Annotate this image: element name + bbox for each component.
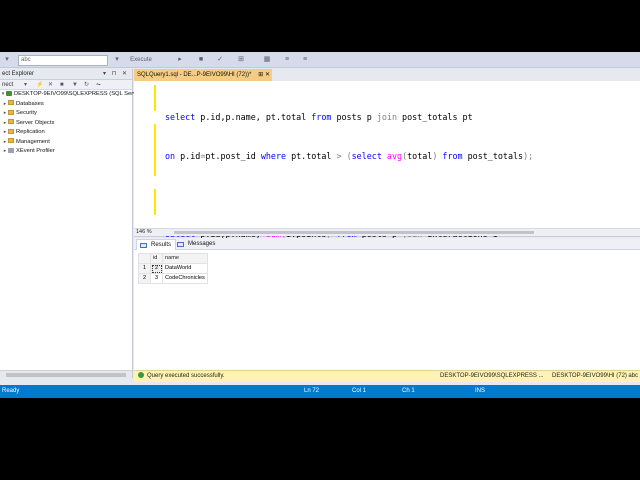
object-explorer: ect Explorer ▾ ⊓ ✕ nect ▾ ⚡ ✕ ■ ▼ ↻ ⏦ ▾ D…	[0, 69, 139, 378]
code-line: on p.id=pt.post_id where pt.total > (sel…	[165, 151, 534, 161]
editor-horizontal-scrollbar[interactable]	[174, 231, 534, 234]
connection-name: DESKTOP-9EIVO99\HI (72)	[552, 373, 627, 379]
results-pane: Results Messages id name 1 2 DataWorld 2…	[134, 238, 640, 370]
editor-gutter	[134, 81, 156, 229]
folder-icon	[8, 128, 14, 134]
tab-results[interactable]: Results	[136, 239, 177, 250]
query-status-bar: Query executed successfully. DESKTOP-9EI…	[134, 370, 640, 382]
ssms-window: ▾ abc ▾ Execute ▸ ■ ✓ ⊞ ▦ ≡ ≡ ect Explor…	[0, 52, 640, 398]
toolbar: ▾ abc ▾ Execute ▸ ■ ✓ ⊞ ▦ ≡ ≡	[0, 52, 640, 68]
tab-messages[interactable]: Messages	[174, 239, 219, 250]
column-header-id[interactable]: id	[150, 253, 163, 264]
change-bar	[154, 124, 156, 176]
folder-icon	[8, 100, 14, 106]
refresh-icon[interactable]: ↻	[84, 80, 89, 90]
row-number[interactable]: 2	[138, 273, 151, 284]
object-explorer-title: ect Explorer ▾ ⊓ ✕	[0, 69, 132, 80]
editor-status-strip: 146 %	[134, 228, 640, 236]
comment-icon[interactable]: ≡	[282, 55, 292, 65]
column-header-name[interactable]: name	[162, 253, 208, 264]
folder-icon	[8, 119, 14, 125]
connect-button[interactable]: nect	[2, 82, 13, 88]
tree-item-label: Replication	[16, 129, 45, 135]
object-explorer-title-text: ect Explorer	[2, 71, 35, 77]
tab-results-label: Results	[151, 242, 172, 248]
results-to-icon[interactable]: ▦	[262, 55, 272, 65]
results-grid[interactable]: id name 1 2 DataWorld 2 3 CodeChronicles	[138, 253, 208, 284]
database-combo[interactable]: abc	[18, 55, 108, 66]
connect-icon[interactable]: ⚡	[36, 80, 43, 90]
execute-button[interactable]: Execute	[124, 55, 158, 65]
connect-dropdown-icon[interactable]: ▾	[24, 80, 27, 90]
change-bar	[154, 189, 156, 215]
display-plan-icon[interactable]: ⊞	[236, 55, 246, 65]
status-ready: Ready	[2, 388, 20, 394]
tree-item-management[interactable]: ▸ Management	[0, 138, 132, 148]
folder-icon	[8, 138, 14, 144]
tree-item-databases[interactable]: ▸ Databases	[0, 100, 132, 110]
row-number[interactable]: 1	[138, 263, 151, 274]
profiler-icon	[8, 147, 14, 153]
status-line: Ln 72	[304, 388, 320, 394]
tree-item-replication[interactable]: ▸ Replication	[0, 128, 132, 138]
success-icon	[138, 372, 144, 379]
server-icon	[6, 90, 12, 96]
messages-icon	[177, 242, 184, 247]
stop-icon[interactable]: ■	[60, 80, 64, 90]
status-column: Col 1	[352, 388, 367, 394]
stop-icon[interactable]: ■	[196, 55, 206, 65]
status-insert-mode: INS	[475, 388, 486, 394]
filter-icon[interactable]: ▼	[72, 80, 78, 90]
query-editor[interactable]: select p.id,p.name, pt.total from posts …	[134, 81, 640, 356]
server-name: DESKTOP-9EIVO99\SQLEXPRESS ...	[440, 373, 544, 379]
cell-name[interactable]: DataWorld	[162, 263, 208, 274]
tab-pin-close-icon[interactable]: ⊞ ✕	[258, 69, 270, 81]
disconnect-icon[interactable]: ✕	[48, 80, 53, 90]
change-bar	[154, 85, 156, 111]
tab-query-label: SQLQuery1.sql - DE...P-9EIVO99\HI (72))*	[137, 72, 252, 78]
database-name: abc	[628, 373, 638, 379]
tree-item-label: Server Objects	[16, 119, 55, 126]
scrollbar-thumb[interactable]	[6, 373, 126, 377]
tree-server-label: DESKTOP-9EIVO99\SQLEXPRESS (SQL Serve	[14, 91, 140, 97]
zoom-level[interactable]: 146 %	[136, 229, 160, 236]
grid-icon	[140, 243, 147, 248]
row-number-header	[138, 253, 151, 264]
tab-query[interactable]: SQLQuery1.sql - DE...P-9EIVO99\HI (72))*…	[134, 69, 272, 81]
tree-item-label: XEvent Profiler	[16, 148, 55, 154]
combo-dropdown-icon[interactable]: ▾	[112, 55, 122, 65]
cell-id[interactable]: 3	[150, 273, 163, 284]
status-bar: Ready Ln 72 Col 1 Ch 1 INS	[0, 385, 640, 398]
tree-item-label: Management	[16, 138, 50, 145]
activity-icon[interactable]: ⏦	[96, 80, 101, 90]
query-status-message: Query executed successfully.	[138, 371, 225, 382]
pin-close-icons[interactable]: ▾ ⊓ ✕	[103, 69, 129, 79]
folder-icon	[8, 109, 14, 115]
tree-server[interactable]: ▾ DESKTOP-9EIVO99\SQLEXPRESS (SQL Serve	[0, 90, 139, 100]
uncomment-icon[interactable]: ≡	[300, 55, 310, 65]
toolbar-tool-icon[interactable]: ▾	[2, 55, 12, 65]
status-char: Ch 1	[402, 388, 415, 394]
grid-header-row: id name	[138, 253, 208, 264]
query-status-text: Query executed successfully.	[147, 373, 225, 379]
tree-item-server-objects[interactable]: ▸ Server Objects	[0, 119, 132, 129]
parse-icon[interactable]: ✓	[215, 55, 225, 65]
tab-messages-label: Messages	[188, 241, 216, 247]
debug-icon[interactable]: ▸	[175, 55, 185, 65]
cell-id[interactable]: 2	[150, 263, 163, 274]
tree-item-label: Security	[16, 110, 37, 116]
tree-item-label: Databases	[16, 100, 44, 107]
table-row[interactable]: 2 3 CodeChronicles	[138, 273, 208, 284]
table-row[interactable]: 1 2 DataWorld	[138, 263, 208, 274]
screen: ▾ abc ▾ Execute ▸ ■ ✓ ⊞ ▦ ≡ ≡ ect Explor…	[0, 0, 640, 480]
results-tab-strip: Results Messages	[134, 238, 640, 250]
document-tab-strip: SQLQuery1.sql - DE...P-9EIVO99\HI (72))*…	[134, 69, 640, 81]
object-explorer-toolbar: nect ▾ ⚡ ✕ ■ ▼ ↻ ⏦	[0, 80, 132, 90]
cell-name[interactable]: CodeChronicles	[162, 273, 208, 284]
tree-item-security[interactable]: ▸ Security	[0, 109, 132, 119]
code-line: select p.id,p.name, pt.total from posts …	[165, 112, 473, 122]
object-explorer-scrollbar[interactable]	[0, 370, 132, 378]
tree-item-xevent-profiler[interactable]: ▸ XEvent Profiler	[0, 147, 132, 157]
